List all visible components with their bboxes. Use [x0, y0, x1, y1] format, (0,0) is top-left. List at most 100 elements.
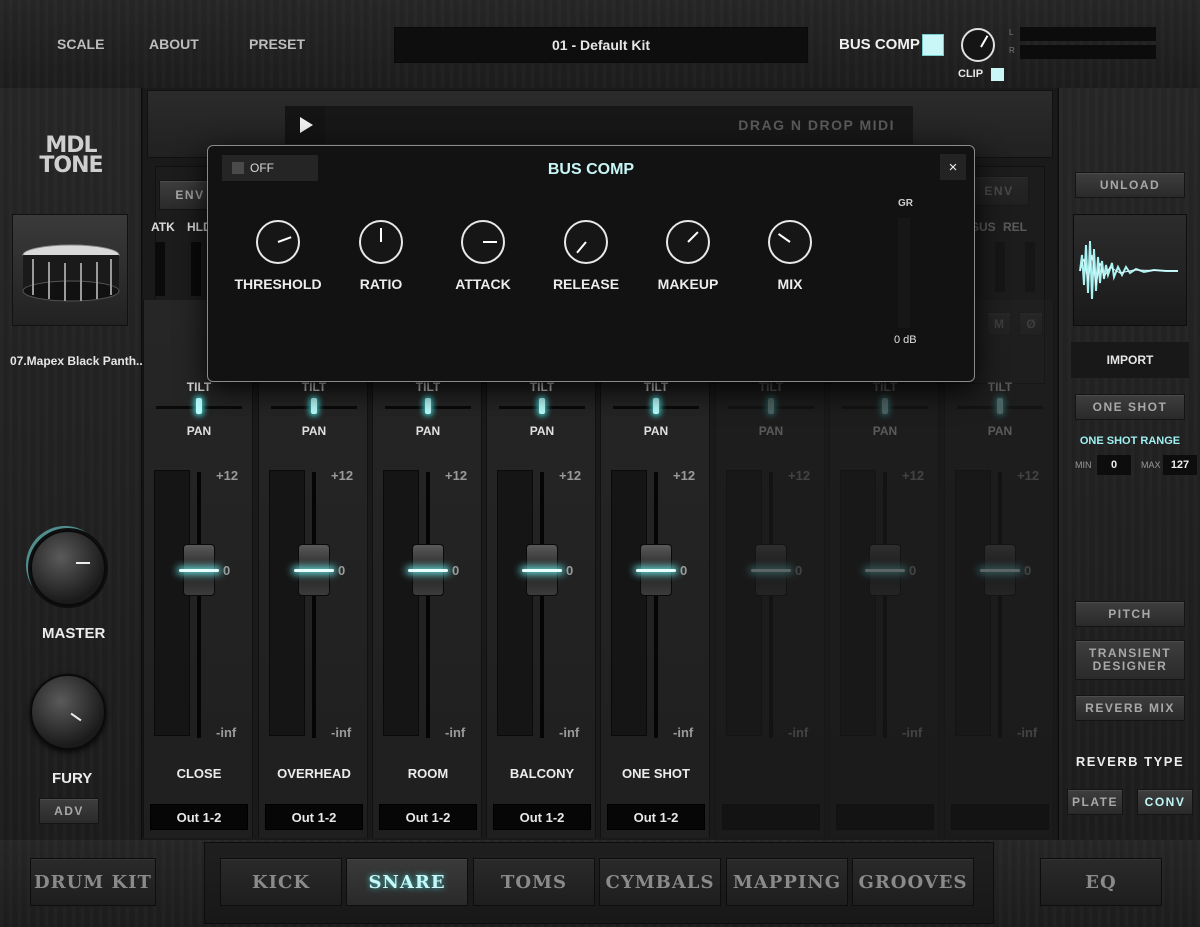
- max-label: MAX: [1141, 460, 1161, 470]
- output-selector[interactable]: Out 1-2: [150, 804, 248, 830]
- instrument-thumbnail[interactable]: [12, 214, 128, 326]
- min-label: MIN: [1075, 460, 1092, 470]
- master-knob[interactable]: [30, 530, 106, 606]
- eq-tab[interactable]: EQ: [1040, 858, 1162, 906]
- dialog-title: BUS COMP: [547, 161, 635, 178]
- meter-track: [726, 470, 762, 736]
- bus-comp-dialog: OFF BUS COMP × THRESHOLD RATIO ATTACK RE…: [207, 145, 975, 382]
- pan-handle[interactable]: [882, 398, 888, 414]
- ratio-knob[interactable]: [359, 220, 403, 264]
- fader-slot: [654, 472, 658, 738]
- conv-button[interactable]: CONV: [1137, 789, 1193, 815]
- tilt-label: TILT: [987, 380, 1013, 394]
- tilt-label: TILT: [872, 380, 898, 394]
- fader-slot: [312, 472, 316, 738]
- transient-designer-button[interactable]: TRANSIENT DESIGNER: [1075, 640, 1185, 680]
- reverb-type-label: REVERB TYPE: [1075, 754, 1185, 769]
- tab-snare[interactable]: SNARE: [346, 858, 468, 906]
- tilt-label: TILT: [643, 380, 669, 394]
- logo-line2: TONE: [39, 153, 103, 178]
- output-selector[interactable]: [836, 804, 934, 830]
- pan-label: PAN: [529, 424, 555, 438]
- meter-track: [497, 470, 533, 736]
- meter-track: [383, 470, 419, 736]
- meter-track: [611, 470, 647, 736]
- tab-mapping[interactable]: MAPPING: [726, 858, 848, 906]
- output-selector[interactable]: Out 1-2: [607, 804, 705, 830]
- tab-snare-label: SNARE: [368, 871, 446, 893]
- hld-slider[interactable]: [191, 242, 201, 296]
- fury-knob[interactable]: [30, 674, 106, 750]
- output-selector[interactable]: Out 1-2: [379, 804, 477, 830]
- pan-handle[interactable]: [539, 398, 545, 414]
- pan-handle[interactable]: [997, 398, 1003, 414]
- preset-menu[interactable]: PRESET: [249, 36, 305, 52]
- pitch-button[interactable]: PITCH: [1075, 601, 1185, 627]
- threshold-indicator: [277, 236, 292, 243]
- tab-cymbals[interactable]: CYMBALS: [599, 858, 721, 906]
- left-panel: MDL TONE 07.Mapex Black Panth... MASTER …: [0, 88, 146, 840]
- pan-handle[interactable]: [311, 398, 317, 414]
- instrument-name[interactable]: 07.Mapex Black Panth...: [10, 354, 146, 368]
- env-button-right[interactable]: ENV: [969, 176, 1029, 206]
- max-value-field[interactable]: 127: [1163, 455, 1197, 475]
- pan-handle[interactable]: [653, 398, 659, 414]
- channel-name: CLOSE: [176, 766, 222, 781]
- min-value-field[interactable]: 0: [1097, 455, 1131, 475]
- fader-min-label: -inf: [902, 725, 923, 740]
- channel-name: OVERHEAD: [277, 766, 351, 781]
- scale-menu[interactable]: SCALE: [57, 36, 104, 52]
- output-selector[interactable]: [722, 804, 820, 830]
- master-label: MASTER: [42, 625, 106, 642]
- pan-handle[interactable]: [196, 398, 202, 414]
- attack-label: ATTACK: [455, 276, 511, 292]
- midi-drop-zone[interactable]: DRAG N DROP MIDI: [325, 106, 913, 144]
- logo: MDL TONE: [26, 135, 116, 178]
- output-knob-indicator: [980, 35, 989, 48]
- rel-slider[interactable]: [1025, 242, 1035, 292]
- bus-comp-toggle[interactable]: [922, 34, 944, 56]
- mix-knob[interactable]: [768, 220, 812, 264]
- fader-min-label: -inf: [673, 725, 694, 740]
- tab-toms[interactable]: TOMS: [473, 858, 595, 906]
- sample-waveform[interactable]: [1073, 214, 1187, 326]
- drum-kit-label: DRUM KIT: [34, 871, 152, 893]
- tab-grooves[interactable]: GROOVES: [852, 858, 974, 906]
- fader-min-label: -inf: [331, 725, 352, 740]
- preset-selector[interactable]: 01 - Default Kit: [394, 27, 808, 63]
- makeup-knob[interactable]: [666, 220, 710, 264]
- output-meter-left: [1020, 27, 1156, 41]
- release-knob[interactable]: [564, 220, 608, 264]
- fader-zero-label: 0: [1024, 563, 1032, 578]
- fader-slot: [197, 472, 201, 738]
- meter-track: [840, 470, 876, 736]
- fury-label: FURY: [52, 770, 93, 787]
- adv-button[interactable]: ADV: [39, 798, 99, 824]
- pan-handle[interactable]: [425, 398, 431, 414]
- clip-indicator[interactable]: [991, 68, 1004, 81]
- eq-label: EQ: [1085, 871, 1117, 893]
- import-button[interactable]: IMPORT: [1071, 342, 1189, 378]
- attack-knob[interactable]: [461, 220, 505, 264]
- plate-button[interactable]: PLATE: [1067, 789, 1123, 815]
- pan-handle[interactable]: [768, 398, 774, 414]
- play-icon: [300, 117, 313, 133]
- makeup-label: MAKEUP: [657, 276, 719, 292]
- fader-glow: [636, 569, 676, 572]
- close-button[interactable]: ×: [940, 154, 966, 180]
- atk-slider[interactable]: [155, 242, 165, 296]
- sus-slider[interactable]: [995, 242, 1005, 292]
- output-selector[interactable]: Out 1-2: [493, 804, 591, 830]
- one-shot-button[interactable]: ONE SHOT: [1075, 394, 1185, 420]
- output-knob[interactable]: [961, 28, 995, 62]
- threshold-knob[interactable]: [256, 220, 300, 264]
- play-button[interactable]: [285, 106, 325, 144]
- unload-button[interactable]: UNLOAD: [1075, 172, 1185, 198]
- output-selector[interactable]: Out 1-2: [265, 804, 363, 830]
- transient-line2: DESIGNER: [1092, 659, 1168, 673]
- drum-kit-tab[interactable]: DRUM KIT: [30, 858, 156, 906]
- output-selector[interactable]: [951, 804, 1049, 830]
- about-menu[interactable]: ABOUT: [149, 36, 199, 52]
- tab-kick[interactable]: KICK: [220, 858, 342, 906]
- reverb-mix-button[interactable]: REVERB MIX: [1075, 695, 1185, 721]
